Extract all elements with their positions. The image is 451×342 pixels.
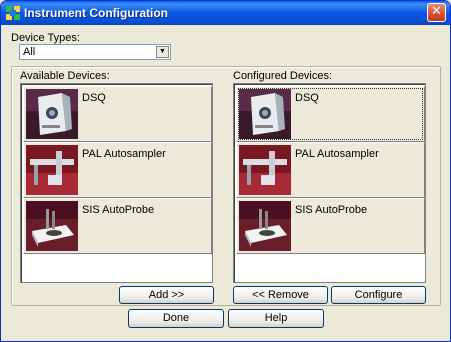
list-item-label: DSQ	[82, 92, 106, 104]
device-types-label: Device Types:	[11, 32, 80, 44]
configured-item-sis-autoprobe[interactable]: SIS AutoProbe	[236, 198, 425, 254]
close-icon: ✕	[431, 4, 442, 19]
app-icon	[6, 6, 20, 20]
list-item-label: SIS AutoProbe	[82, 204, 155, 216]
available-devices-list[interactable]: DSQ PAL Autosampler SIS AutoProbe	[20, 83, 213, 283]
device-types-select[interactable]: All ▼	[19, 44, 171, 60]
sis-autoprobe-image	[26, 201, 78, 251]
available-item-sis-autoprobe[interactable]: SIS AutoProbe	[23, 198, 212, 254]
pal-autosampler-image	[26, 145, 78, 195]
instrument-configuration-dialog: Instrument Configuration ✕ Device Types:…	[0, 0, 451, 342]
chevron-down-icon[interactable]: ▼	[156, 46, 169, 58]
available-item-pal-autosampler[interactable]: PAL Autosampler	[23, 142, 212, 198]
device-types-value: All	[23, 46, 36, 58]
done-button[interactable]: Done	[128, 309, 224, 328]
dsq-instrument-image	[239, 89, 291, 139]
list-item-label: SIS AutoProbe	[295, 204, 368, 216]
pal-autosampler-image	[239, 145, 291, 195]
list-item-label: DSQ	[295, 92, 319, 104]
configure-button[interactable]: Configure	[331, 286, 426, 304]
available-item-dsq[interactable]: DSQ	[23, 86, 212, 142]
dsq-instrument-image	[26, 89, 78, 139]
sis-autoprobe-image	[239, 201, 291, 251]
available-devices-label: Available Devices:	[20, 70, 110, 82]
remove-button[interactable]: << Remove	[233, 286, 328, 304]
help-button[interactable]: Help	[228, 309, 324, 328]
title-bar[interactable]: Instrument Configuration ✕	[1, 1, 450, 25]
configured-item-dsq[interactable]: DSQ	[236, 86, 425, 142]
list-item-label: PAL Autosampler	[82, 148, 166, 160]
configured-devices-label: Configured Devices:	[233, 70, 333, 82]
configured-devices-list[interactable]: DSQ PAL Autosampler SIS AutoProbe	[233, 83, 426, 283]
close-button[interactable]: ✕	[427, 3, 446, 22]
window-title: Instrument Configuration	[24, 6, 168, 20]
add-button[interactable]: Add >>	[119, 286, 214, 304]
list-item-label: PAL Autosampler	[295, 148, 379, 160]
configured-item-pal-autosampler[interactable]: PAL Autosampler	[236, 142, 425, 198]
